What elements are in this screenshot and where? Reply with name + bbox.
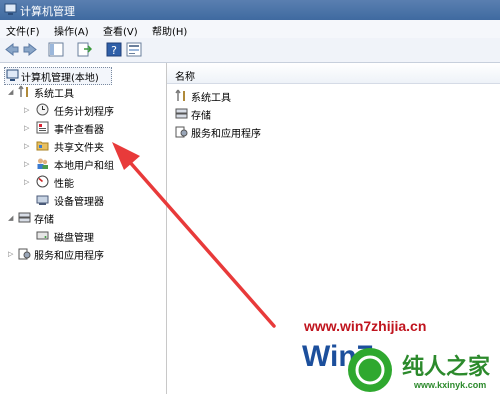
tree-item-label: 任务计划程序 bbox=[54, 107, 114, 118]
clock-icon bbox=[36, 103, 49, 116]
list-item[interactable]: 系统工具 bbox=[175, 88, 315, 104]
users-icon bbox=[37, 158, 48, 169]
expanded-triangle-icon[interactable]: ◢ bbox=[8, 88, 13, 96]
list-item-label: 服务和应用程序 bbox=[191, 129, 261, 140]
tree-item-task-scheduler[interactable]: ▷ 任务计划程序 bbox=[24, 102, 154, 118]
export-list-icon[interactable] bbox=[76, 42, 92, 57]
tree-item-label: 性能 bbox=[54, 179, 74, 190]
menu-bar: 文件(F) 操作(A) 查看(V) 帮助(H) bbox=[0, 20, 500, 39]
device-manager-icon bbox=[36, 195, 49, 205]
tree-item-label: 事件查看器 bbox=[54, 125, 104, 136]
menu-view[interactable]: 查看(V) bbox=[103, 23, 138, 38]
watermark-site2: www.kxinyk.com bbox=[414, 380, 487, 390]
back-arrow-icon[interactable] bbox=[4, 42, 20, 57]
collapsed-triangle-icon[interactable]: ▷ bbox=[24, 106, 29, 114]
collapsed-triangle-icon[interactable]: ▷ bbox=[24, 160, 29, 168]
tree-item-label: 磁盘管理 bbox=[54, 233, 94, 244]
tree-item-label: 存储 bbox=[34, 215, 54, 226]
tree-root-label: 计算机管理(本地) bbox=[21, 73, 99, 84]
title-bar: 计算机管理 bbox=[0, 0, 500, 20]
shared-folder-icon bbox=[36, 141, 49, 151]
list-item[interactable]: 存储 bbox=[175, 106, 315, 122]
svg-text:?: ? bbox=[111, 44, 117, 57]
tools-icon bbox=[18, 85, 28, 97]
performance-icon bbox=[36, 175, 49, 188]
list-item-label: 存储 bbox=[191, 111, 211, 122]
tree-item-storage[interactable]: ◢ 存储 bbox=[8, 210, 128, 226]
collapsed-triangle-icon[interactable]: ▷ bbox=[8, 250, 13, 258]
column-header-name[interactable]: 名称 bbox=[167, 63, 500, 84]
navigation-tree: 计算机管理(本地) ◢ 系统工具 ▷ 任务计划程序 ▷ 事件查看器 ▷ 共享文件… bbox=[0, 63, 167, 394]
menu-file[interactable]: 文件(F) bbox=[6, 23, 40, 38]
computer-management-icon bbox=[6, 69, 19, 81]
tree-item-system-tools[interactable]: ◢ 系统工具 bbox=[8, 84, 128, 100]
tree-item-services-apps[interactable]: ▷ 服务和应用程序 bbox=[8, 246, 148, 262]
list-item-label: 系统工具 bbox=[191, 93, 231, 104]
tree-item-performance[interactable]: ▷ 性能 bbox=[24, 174, 154, 190]
menu-help[interactable]: 帮助(H) bbox=[152, 23, 187, 38]
tree-item-disk-management[interactable]: 磁盘管理 bbox=[36, 228, 156, 244]
tree-item-label: 共享文件夹 bbox=[54, 143, 104, 154]
tree-item-local-users[interactable]: ▷ 本地用户和组 bbox=[24, 156, 154, 172]
window-title: 计算机管理 bbox=[20, 5, 75, 18]
services-icon bbox=[18, 248, 31, 260]
menu-action[interactable]: 操作(A) bbox=[54, 23, 89, 38]
services-icon bbox=[175, 126, 188, 138]
watermark-url: www.win7zhijia.cn bbox=[304, 318, 427, 334]
forward-arrow-icon[interactable] bbox=[22, 42, 38, 57]
tree-item-shared-folders[interactable]: ▷ 共享文件夹 bbox=[24, 138, 154, 154]
tree-item-label: 服务和应用程序 bbox=[34, 251, 104, 262]
collapsed-triangle-icon[interactable]: ▷ bbox=[24, 178, 29, 186]
expanded-triangle-icon[interactable]: ◢ bbox=[8, 214, 13, 222]
list-item[interactable]: 服务和应用程序 bbox=[175, 124, 315, 140]
tools-icon bbox=[175, 89, 185, 101]
tree-item-event-viewer[interactable]: ▷ 事件查看器 bbox=[24, 120, 154, 136]
help-icon[interactable]: ? bbox=[106, 42, 122, 57]
properties-icon[interactable] bbox=[126, 42, 142, 57]
tree-item-device-manager[interactable]: 设备管理器 bbox=[36, 192, 156, 208]
collapsed-triangle-icon[interactable]: ▷ bbox=[24, 142, 29, 150]
toolbar: ? bbox=[0, 38, 500, 63]
collapsed-triangle-icon[interactable]: ▷ bbox=[24, 124, 29, 132]
tree-item-label: 本地用户和组 bbox=[54, 161, 114, 172]
event-log-icon bbox=[36, 121, 49, 134]
tree-item-label: 系统工具 bbox=[34, 89, 74, 100]
computer-management-icon bbox=[4, 3, 17, 15]
storage-icon bbox=[175, 108, 188, 119]
disk-icon bbox=[36, 231, 49, 240]
tree-root[interactable]: 计算机管理(本地) bbox=[4, 67, 112, 85]
storage-icon bbox=[18, 212, 31, 223]
tree-item-label: 设备管理器 bbox=[54, 197, 104, 208]
svg-text:纯人之家: 纯人之家 bbox=[402, 354, 491, 380]
show-tree-icon[interactable] bbox=[48, 42, 64, 57]
column-header-label: 名称 bbox=[175, 72, 195, 83]
